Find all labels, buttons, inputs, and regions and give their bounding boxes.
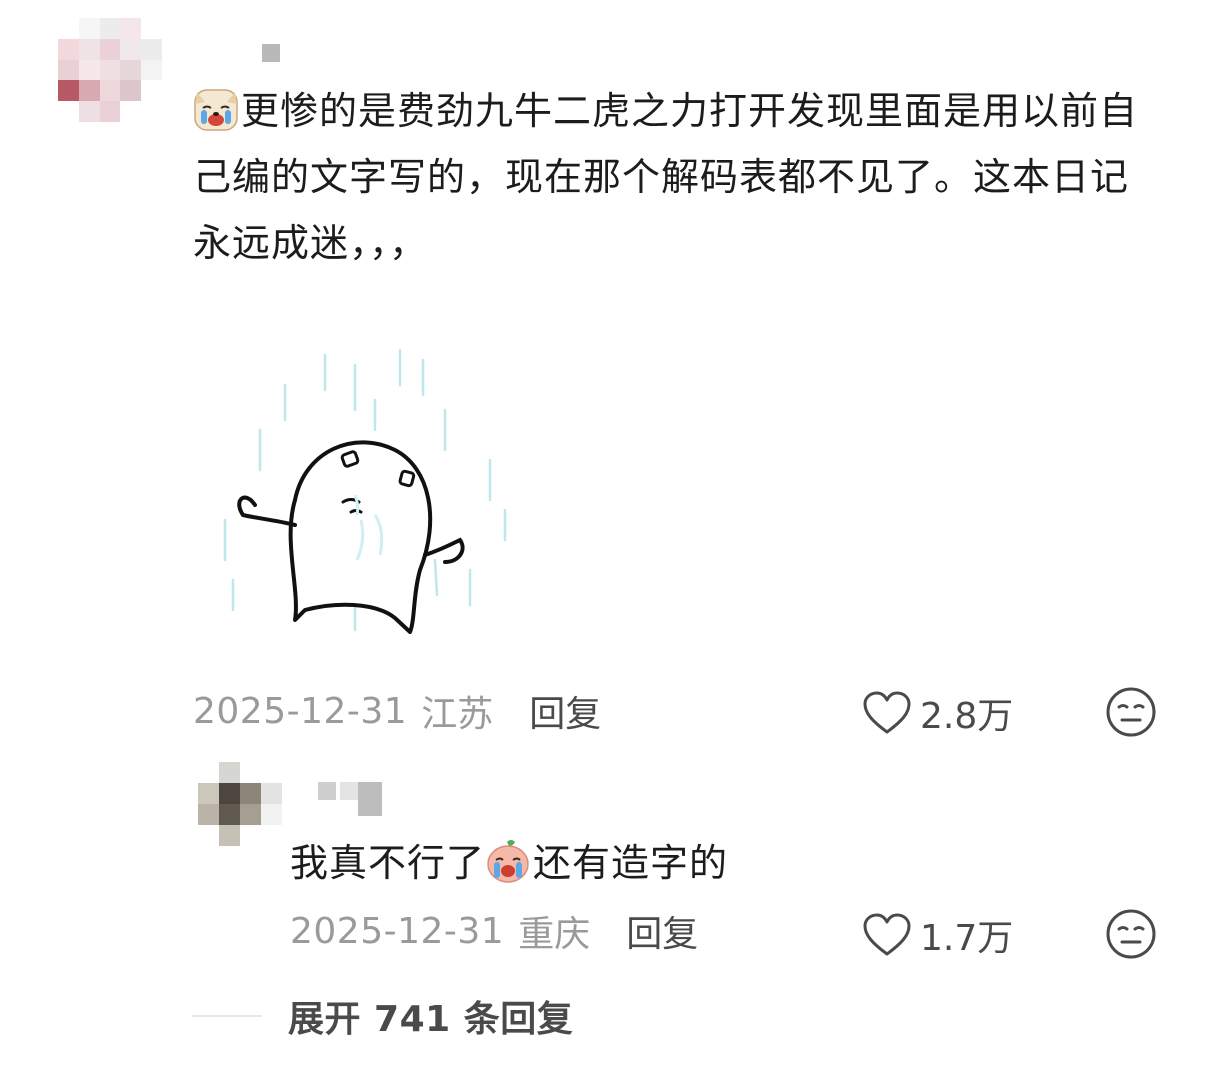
reply-avatar[interactable] [198, 762, 282, 846]
reply-meta: 2025-12-31 重庆 回复 [290, 906, 698, 956]
comment-text: 更惨的是费劲九牛二虎之力打开发现里面是用以前自己编的文字写的，现在那个解码表都不… [193, 89, 1139, 265]
neutral-face-icon[interactable] [1105, 908, 1157, 960]
heart-icon [863, 913, 911, 956]
comment-body: 更惨的是费劲九牛二虎之力打开发现里面是用以前自己编的文字写的，现在那个解码表都不… [193, 78, 1163, 276]
neutral-face-icon[interactable] [1105, 686, 1157, 738]
expand-replies-label: 展开 741 条回复 [288, 999, 574, 1040]
crying-blob-in-rain-sticker [223, 348, 507, 634]
commenter-avatar[interactable] [58, 18, 162, 122]
reply-date: 2025-12-31 [290, 910, 505, 952]
reply-like-count: 1.7万 [920, 918, 1014, 959]
crying-peach-emoji-icon [487, 840, 529, 883]
comment-location: 江苏 [421, 694, 494, 735]
divider-line [192, 1015, 262, 1017]
reply-reply-button[interactable]: 回复 [626, 905, 698, 957]
reply-like-button[interactable]: 1.7万 [862, 910, 1013, 960]
reply-author-name[interactable] [318, 782, 382, 816]
comment-thread: 更惨的是费劲九牛二虎之力打开发现里面是用以前自己编的文字写的，现在那个解码表都不… [0, 0, 1206, 1066]
reply-location: 重庆 [518, 914, 591, 955]
reply-text-after: 还有造字的 [533, 841, 729, 885]
reply-text-before: 我真不行了 [290, 841, 486, 885]
comment-date: 2025-12-31 [193, 690, 408, 732]
like-count: 2.8万 [920, 696, 1014, 737]
commenter-name[interactable] [262, 44, 280, 62]
reply-button[interactable]: 回复 [529, 685, 601, 737]
heart-icon [863, 691, 911, 734]
comment-meta: 2025-12-31 江苏 回复 [193, 686, 601, 736]
expand-replies-button[interactable]: 展开 741 条回复 [192, 990, 573, 1042]
like-button[interactable]: 2.8万 [862, 688, 1013, 738]
reply-body: 我真不行了 还有造字的 [290, 832, 728, 894]
crying-dog-emoji-icon [194, 89, 238, 131]
